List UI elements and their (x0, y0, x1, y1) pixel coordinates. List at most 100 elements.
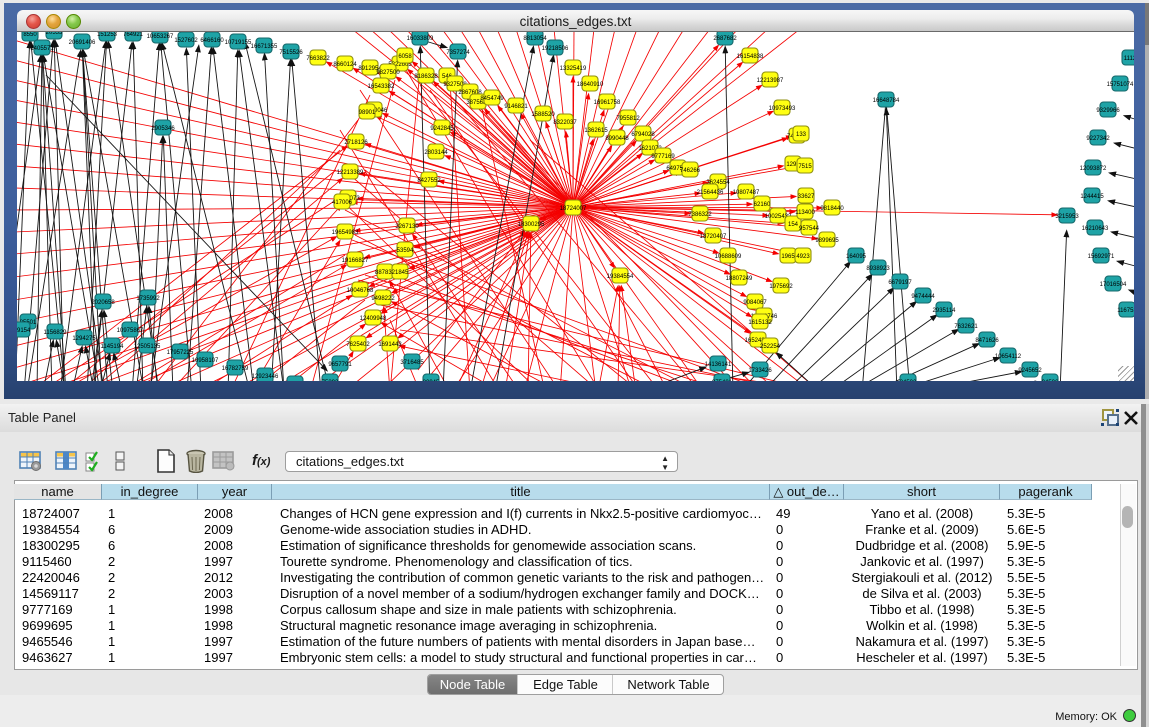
svg-text:53594: 53594 (397, 248, 414, 254)
svg-text:1733426: 1733426 (748, 368, 772, 374)
svg-text:133: 133 (796, 132, 807, 138)
svg-text:3267130: 3267130 (395, 224, 419, 230)
svg-text:39154: 39154 (17, 328, 31, 334)
svg-text:18300295: 18300295 (518, 222, 545, 228)
svg-text:9227342: 9227342 (1086, 136, 1110, 142)
svg-text:9245652: 9245652 (1018, 368, 1042, 374)
svg-text:20691406: 20691406 (69, 40, 96, 46)
svg-text:14136141: 14136141 (705, 362, 732, 368)
svg-text:62160: 62160 (754, 202, 771, 208)
svg-text:7632621: 7632621 (954, 324, 978, 330)
svg-text:9242845: 9242845 (430, 126, 454, 132)
svg-text:33627: 33627 (798, 194, 815, 200)
svg-text:9329966: 9329966 (1096, 108, 1120, 114)
svg-text:1691443: 1691443 (378, 342, 402, 348)
svg-text:2718126: 2718126 (344, 140, 368, 146)
svg-text:154: 154 (788, 222, 799, 228)
svg-text:8471626: 8471626 (975, 338, 999, 344)
svg-text:2687682: 2687682 (713, 36, 737, 42)
svg-text:10688609: 10688609 (715, 254, 742, 260)
svg-text:9777169: 9777169 (651, 154, 675, 160)
svg-text:975401: 975401 (712, 380, 733, 381)
svg-text:16210643: 16210643 (1082, 226, 1109, 232)
svg-text:1965: 1965 (781, 254, 795, 260)
svg-text:1112: 1112 (1124, 56, 1134, 62)
svg-text:10654112: 10654112 (995, 354, 1022, 360)
svg-text:16033809: 16033809 (407, 36, 434, 42)
svg-text:98901: 98901 (359, 110, 376, 116)
svg-text:7386322: 7386322 (688, 212, 712, 218)
svg-text:13325419: 13325419 (560, 66, 587, 72)
svg-text:80945: 80945 (423, 380, 440, 381)
svg-text:1405571: 1405571 (30, 46, 54, 52)
svg-text:252254: 252254 (760, 344, 781, 350)
svg-text:113400: 113400 (795, 210, 815, 216)
svg-text:12923446: 12923446 (252, 374, 279, 380)
svg-text:9657791: 9657791 (328, 362, 352, 368)
svg-text:7663822: 7663822 (306, 56, 330, 62)
svg-text:6794028: 6794028 (631, 132, 655, 138)
svg-text:10046768: 10046768 (347, 288, 374, 294)
svg-text:116753: 116753 (1117, 308, 1134, 314)
svg-text:417006: 417006 (332, 200, 353, 206)
svg-text:10975867: 10975867 (117, 328, 144, 334)
svg-text:7955812: 7955812 (616, 116, 640, 122)
svg-text:8660124: 8660124 (333, 62, 357, 68)
svg-text:746266: 746266 (680, 168, 701, 174)
svg-text:18720407: 18720407 (700, 234, 727, 240)
svg-text:6058: 6058 (398, 54, 412, 60)
svg-text:9899695: 9899695 (815, 238, 839, 244)
svg-text:21564436: 21564436 (697, 190, 724, 196)
svg-text:1294275: 1294275 (72, 336, 96, 342)
svg-text:19384554: 19384554 (607, 274, 634, 280)
svg-text:16543382: 16543382 (368, 84, 395, 90)
svg-text:19166827: 19166827 (342, 258, 369, 264)
svg-text:151253: 151253 (97, 32, 118, 38)
svg-text:3716485: 3716485 (400, 360, 424, 366)
svg-text:16671355: 16671355 (251, 44, 278, 50)
svg-text:18724007: 18724007 (560, 206, 587, 212)
svg-text:12213987: 12213987 (757, 78, 784, 84)
svg-text:21845: 21845 (392, 270, 409, 276)
svg-text:8813054: 8813054 (523, 36, 547, 42)
svg-text:10719155: 10719155 (225, 40, 252, 46)
svg-text:7515: 7515 (798, 164, 812, 170)
svg-text:17957225: 17957225 (167, 350, 194, 356)
svg-text:9084067: 9084067 (743, 300, 767, 306)
svg-text:2905346: 2905346 (151, 126, 175, 132)
svg-text:8990448: 8990448 (605, 136, 629, 142)
svg-text:1588520: 1588520 (531, 112, 555, 118)
svg-text:2803144: 2803144 (424, 150, 448, 156)
svg-text:7357274: 7357274 (446, 50, 470, 56)
svg-text:1735992: 1735992 (136, 296, 160, 302)
svg-text:8938923: 8938923 (866, 266, 890, 272)
svg-text:10653267: 10653267 (147, 34, 174, 40)
svg-text:12409948: 12409948 (360, 316, 387, 322)
svg-text:8322037: 8322037 (553, 120, 577, 126)
svg-text:9498222: 9498222 (371, 296, 395, 302)
svg-text:24502: 24502 (900, 380, 917, 381)
svg-text:1975692: 1975692 (769, 284, 793, 290)
svg-text:1615132: 1615132 (748, 320, 772, 326)
svg-text:164095: 164095 (846, 254, 867, 260)
svg-text:16648784: 16648784 (873, 98, 900, 104)
svg-text:1156829: 1156829 (44, 330, 68, 336)
svg-text:75392: 75392 (322, 380, 339, 381)
svg-text:1362615: 1362615 (584, 128, 608, 134)
svg-text:18807249: 18807249 (726, 276, 753, 282)
svg-text:9474444: 9474444 (911, 294, 935, 300)
svg-text:1527602: 1527602 (174, 38, 198, 44)
svg-text:9818440: 9818440 (820, 206, 844, 212)
svg-text:6679197: 6679197 (888, 280, 912, 286)
svg-text:17016504: 17016504 (1100, 282, 1127, 288)
svg-text:4923: 4923 (796, 254, 810, 260)
svg-text:15751074: 15751074 (1107, 82, 1134, 88)
svg-text:8454749: 8454749 (480, 96, 504, 102)
svg-text:16154838: 16154838 (737, 54, 764, 60)
svg-text:764921: 764921 (123, 32, 144, 38)
svg-text:12213389: 12213389 (337, 170, 364, 176)
svg-text:19654983: 19654983 (332, 230, 359, 236)
svg-text:7625402: 7625402 (346, 342, 370, 348)
svg-text:1145194: 1145194 (101, 344, 125, 350)
svg-text:2935114: 2935114 (933, 308, 957, 314)
